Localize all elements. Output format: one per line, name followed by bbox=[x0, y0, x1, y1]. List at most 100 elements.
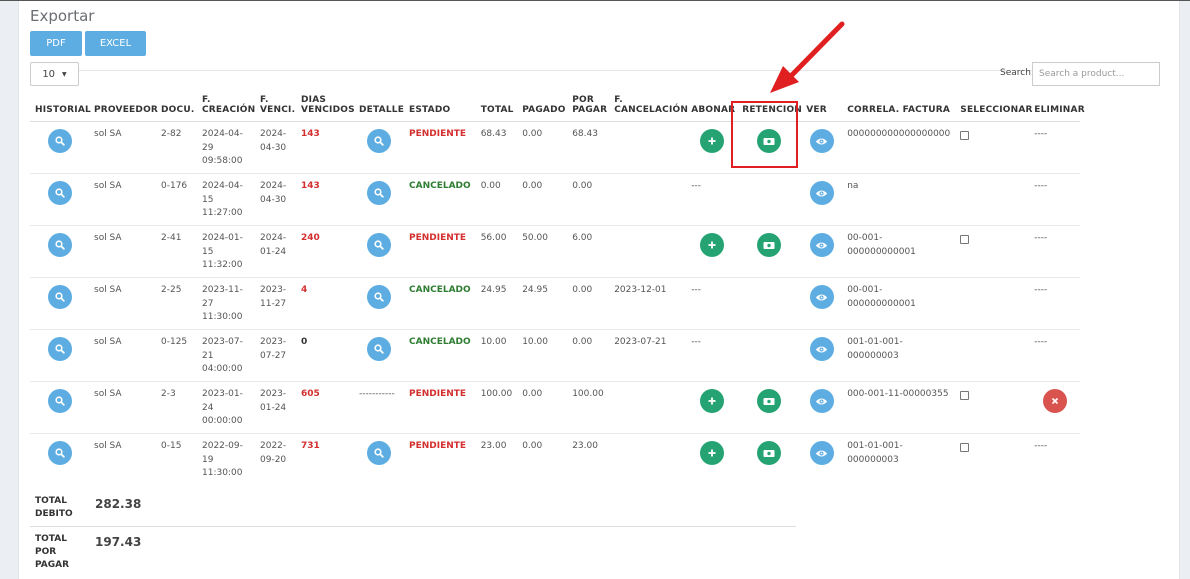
detalle-button[interactable] bbox=[367, 285, 391, 309]
main-panel: Exportar PDF EXCEL 10 ▼ Search: HISTORIA… bbox=[18, 1, 1180, 579]
table-cell: 2023-11-27 11:30:00 bbox=[197, 277, 255, 330]
docu-text: 2-41 bbox=[161, 233, 182, 243]
table-cell bbox=[801, 381, 843, 434]
abonar-text: --- bbox=[691, 285, 701, 295]
table-cell: 23.00 bbox=[567, 433, 610, 485]
proveedor-text: sol SA bbox=[94, 285, 122, 295]
retencion-button[interactable] bbox=[757, 233, 782, 257]
table-cell: --- bbox=[686, 173, 738, 226]
money-bill-icon bbox=[763, 241, 775, 250]
export-excel-button[interactable]: EXCEL bbox=[85, 31, 146, 56]
plus-icon bbox=[707, 448, 717, 458]
table-cell: 2-82 bbox=[156, 122, 197, 174]
table-cell: ---- bbox=[1029, 329, 1081, 382]
historial-button[interactable] bbox=[47, 337, 72, 361]
table-cell: 4 bbox=[296, 277, 354, 330]
table-cell bbox=[955, 433, 1030, 485]
table-cell: 24.95 bbox=[517, 277, 568, 330]
abonar-button[interactable] bbox=[699, 441, 724, 465]
col-header: ELIMINAR bbox=[1029, 92, 1085, 122]
ver-button[interactable] bbox=[809, 285, 834, 309]
export-pdf-button[interactable]: PDF bbox=[30, 31, 82, 56]
table-cell: 6.00 bbox=[567, 225, 610, 278]
por-pagar-text: 6.00 bbox=[572, 233, 593, 243]
total-debito-value: 282.38 bbox=[95, 497, 142, 511]
abonar-button[interactable] bbox=[699, 129, 724, 153]
table-cell bbox=[955, 381, 1030, 434]
search-icon bbox=[374, 448, 384, 458]
dias-vencidos-text: 143 bbox=[301, 181, 320, 191]
ver-button[interactable] bbox=[809, 389, 834, 413]
fecha-creacion-text: 2022-09-19 11:30:00 bbox=[202, 441, 243, 478]
table-cell bbox=[801, 277, 843, 330]
total-text: 23.00 bbox=[480, 441, 507, 451]
table-cell: 0.00 bbox=[567, 329, 610, 382]
table-cell: 2-3 bbox=[156, 381, 197, 434]
col-header: HISTORIAL bbox=[30, 92, 91, 122]
table-cell: sol SA bbox=[89, 433, 156, 485]
search-icon bbox=[374, 240, 384, 250]
search-icon bbox=[54, 136, 65, 146]
page-length-value: 10 bbox=[42, 68, 56, 80]
seleccionar-checkbox[interactable] bbox=[960, 443, 970, 452]
abonar-button[interactable] bbox=[699, 389, 724, 413]
eliminar-text: ---- bbox=[1034, 441, 1048, 451]
proveedor-text: sol SA bbox=[94, 389, 122, 399]
historial-button[interactable] bbox=[47, 129, 72, 153]
detalle-button[interactable] bbox=[367, 129, 391, 153]
historial-button[interactable] bbox=[47, 389, 72, 413]
pagado-text: 24.95 bbox=[522, 285, 548, 295]
table-cell bbox=[30, 381, 89, 434]
table-cell: 24.95 bbox=[475, 277, 518, 330]
fecha-creacion-text: 2023-11-27 11:30:00 bbox=[202, 285, 243, 322]
table-cell: 2023-07-21 bbox=[609, 329, 687, 382]
fecha-vencimiento-text: 2024-04-30 bbox=[260, 181, 287, 205]
ver-button[interactable] bbox=[809, 181, 834, 205]
table-cell: 0-15 bbox=[156, 433, 197, 485]
historial-button[interactable] bbox=[47, 441, 72, 465]
table-row: sol SA 2-41 2024-01-15 11:32:00 2024-01-24 2… bbox=[30, 225, 1081, 278]
detalle-button[interactable] bbox=[367, 337, 391, 361]
abonar-button[interactable] bbox=[699, 233, 724, 257]
detalle-button[interactable] bbox=[367, 181, 391, 205]
plus-icon bbox=[707, 240, 717, 250]
table-cell bbox=[1029, 381, 1081, 434]
retencion-button[interactable] bbox=[757, 389, 782, 413]
col-header: SELECCIONAR bbox=[955, 92, 1032, 122]
col-header: ESTADO bbox=[404, 92, 476, 122]
table-row: sol SA 2-25 2023-11-27 11:30:00 2023-11-27 4… bbox=[30, 277, 1081, 330]
historial-button[interactable] bbox=[47, 233, 72, 257]
retencion-button[interactable] bbox=[757, 441, 782, 465]
total-text: 10.00 bbox=[480, 337, 507, 347]
col-header: ABONAR bbox=[686, 92, 738, 122]
eliminar-button[interactable] bbox=[1042, 389, 1067, 413]
table-cell: 2-25 bbox=[156, 277, 197, 330]
table-cell: PENDIENTE bbox=[404, 381, 476, 434]
por-pagar-text: 100.00 bbox=[572, 389, 604, 399]
col-header: CORRELA. FACTURA bbox=[842, 92, 956, 122]
detalle-button[interactable] bbox=[367, 233, 391, 257]
seleccionar-checkbox[interactable] bbox=[960, 391, 970, 400]
por-pagar-text: 0.00 bbox=[572, 337, 593, 347]
historial-button[interactable] bbox=[47, 181, 72, 205]
table-cell: 68.43 bbox=[567, 122, 609, 174]
correla-factura-text: 000000000000000000 bbox=[847, 129, 951, 139]
historial-button[interactable] bbox=[47, 285, 72, 309]
search-input[interactable] bbox=[1032, 62, 1160, 86]
page-length-select[interactable]: 10 ▼ bbox=[30, 62, 79, 86]
ver-button[interactable] bbox=[809, 441, 834, 465]
table-cell: 0.00 bbox=[567, 173, 610, 226]
ver-button[interactable] bbox=[809, 129, 834, 153]
table-cell bbox=[609, 225, 687, 278]
money-bill-icon bbox=[763, 449, 775, 458]
table-cell: ---- bbox=[1029, 433, 1081, 485]
ver-button[interactable] bbox=[809, 233, 834, 257]
table-cell bbox=[30, 433, 89, 485]
ver-button[interactable] bbox=[809, 337, 834, 361]
search-label: Search: bbox=[1000, 68, 1034, 78]
seleccionar-checkbox[interactable] bbox=[960, 235, 970, 244]
col-header: DIAS VENCIDOS bbox=[296, 92, 355, 122]
seleccionar-checkbox[interactable] bbox=[960, 131, 970, 140]
detalle-button[interactable] bbox=[367, 441, 391, 465]
table-cell: PENDIENTE bbox=[404, 433, 476, 485]
